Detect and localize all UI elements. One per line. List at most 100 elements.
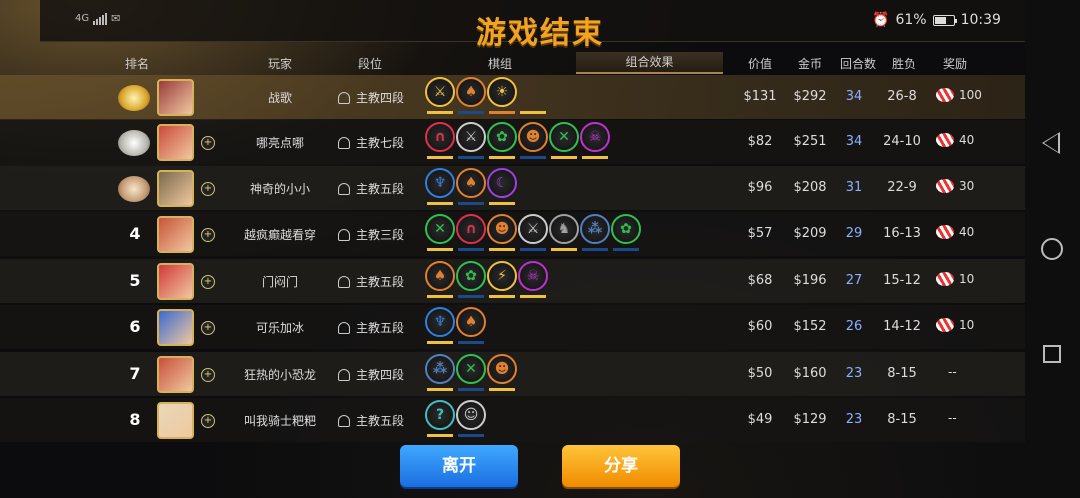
share-button[interactable]: 分享 bbox=[562, 445, 680, 487]
avatar[interactable] bbox=[157, 79, 194, 116]
trait-icon[interactable]: ♠ bbox=[456, 307, 486, 337]
trait-icon[interactable]: ⚔ bbox=[518, 214, 548, 244]
trait-icon[interactable]: ♠ bbox=[456, 168, 486, 198]
add-friend-icon[interactable]: + bbox=[201, 228, 215, 242]
player-wl: 26-8 bbox=[887, 89, 917, 104]
trait-icon[interactable]: ⁂ bbox=[580, 214, 610, 244]
trait-icon[interactable]: ⚔ bbox=[456, 122, 486, 152]
player-value: $96 bbox=[747, 180, 773, 195]
player-rounds: 23 bbox=[845, 366, 863, 381]
trait-icon[interactable]: ☻ bbox=[487, 354, 517, 384]
bishop-icon bbox=[338, 321, 350, 334]
trait-icon[interactable]: ⁂ bbox=[425, 354, 455, 384]
trait-icon[interactable]: ✿ bbox=[611, 214, 641, 244]
trait-icon[interactable]: ♆ bbox=[425, 307, 455, 337]
trait-icon[interactable]: ∩ bbox=[456, 214, 486, 244]
trait-icon[interactable]: ⚡ bbox=[487, 261, 517, 291]
player-rounds: 29 bbox=[845, 226, 863, 241]
player-row[interactable]: 4 + 越疯癫越看穿 主教三段 ✕ ∩ ☻ ⚔ ♞ ⁂ ✿ $57 $209 29 16-13 40 bbox=[0, 212, 1025, 256]
player-wl: 14-12 bbox=[883, 319, 921, 334]
header-reward: 奖励 bbox=[942, 57, 967, 71]
player-tier: 主教三段 bbox=[338, 226, 404, 243]
header-rank: 排名 bbox=[124, 57, 149, 71]
player-row[interactable]: + 哪亮点哪 主教七段 ∩ ⚔ ✿ ☻ ✕ ☠ $82 $251 34 24-10 40 bbox=[0, 120, 1025, 164]
trait-icon[interactable]: ♆ bbox=[425, 168, 455, 198]
trait-level-bar bbox=[489, 388, 515, 391]
header-gold: 金币 bbox=[797, 57, 822, 71]
trait-icon[interactable]: ∩ bbox=[425, 122, 455, 152]
trait-level-bar bbox=[458, 156, 484, 159]
player-name: 哪亮点哪 bbox=[255, 136, 304, 150]
trait-icon[interactable]: ♠ bbox=[456, 77, 486, 107]
avatar[interactable] bbox=[157, 402, 194, 439]
tier-label: 主教四段 bbox=[356, 91, 405, 105]
trait-icon[interactable]: ☠ bbox=[518, 261, 548, 291]
add-friend-icon[interactable]: + bbox=[201, 414, 215, 428]
status-bar-right: ⏰ 61% 10:39 bbox=[872, 12, 1001, 28]
player-name: 越疯癫越看穿 bbox=[243, 228, 316, 242]
trait-icon[interactable]: ✕ bbox=[549, 122, 579, 152]
tier-label: 主教五段 bbox=[356, 275, 405, 289]
trait-level-bar bbox=[520, 111, 546, 114]
leave-button[interactable]: 离开 bbox=[400, 445, 518, 487]
trait-icon[interactable]: ♠ bbox=[425, 261, 455, 291]
trait-icon[interactable]: ☠ bbox=[580, 122, 610, 152]
trait-level-bar bbox=[489, 111, 515, 114]
player-wl: 8-15 bbox=[887, 366, 917, 381]
medal-silver-icon bbox=[118, 130, 150, 156]
trait-icon[interactable]: ✕ bbox=[425, 214, 455, 244]
trait-icon[interactable]: ✿ bbox=[487, 122, 517, 152]
add-friend-icon[interactable]: + bbox=[201, 321, 215, 335]
player-row[interactable]: 7 + 狂热的小恐龙 主教四段 ⁂ ✕ ☻ $50 $160 23 8-15 -- bbox=[0, 352, 1025, 396]
player-name: 门闷门 bbox=[261, 275, 298, 289]
player-rounds: 26 bbox=[845, 319, 863, 334]
trait-icon[interactable]: ☺ bbox=[456, 400, 486, 430]
trait-level-bar bbox=[427, 434, 453, 437]
player-row[interactable]: 6 + 可乐加冰 主教五段 ♆ ♠ $60 $152 26 14-12 10 bbox=[0, 305, 1025, 349]
player-row[interactable]: 战歌 主教四段 ⚔ ♠ ☀ $131 $292 34 26-8 100 bbox=[0, 75, 1025, 119]
candy-icon bbox=[936, 133, 954, 147]
player-tier: 主教五段 bbox=[338, 319, 404, 336]
add-friend-icon[interactable]: + bbox=[201, 368, 215, 382]
tier-label: 主教五段 bbox=[356, 321, 405, 335]
tab-board[interactable]: 棋组 bbox=[475, 55, 525, 72]
trait-icon[interactable]: ☀ bbox=[487, 77, 517, 107]
trait-icon[interactable]: ✿ bbox=[456, 261, 486, 291]
reward-amount: 40 bbox=[959, 133, 975, 147]
player-row[interactable]: + 神奇的小小 主教五段 ♆ ♠ ☾ $96 $208 31 22-9 30 bbox=[0, 166, 1025, 210]
avatar[interactable] bbox=[157, 170, 194, 207]
trait-icon[interactable]: ☾ bbox=[487, 168, 517, 198]
add-friend-icon[interactable]: + bbox=[201, 136, 215, 150]
trait-icon[interactable]: ☻ bbox=[518, 122, 548, 152]
avatar[interactable] bbox=[157, 309, 194, 346]
recents-icon[interactable] bbox=[1043, 345, 1061, 363]
player-rounds: 31 bbox=[845, 180, 863, 195]
player-gold: $160 bbox=[793, 366, 827, 381]
reward-amount: -- bbox=[948, 365, 957, 379]
avatar[interactable] bbox=[157, 216, 194, 253]
add-friend-icon[interactable]: + bbox=[201, 275, 215, 289]
avatar[interactable] bbox=[157, 263, 194, 300]
trait-icon[interactable]: ☻ bbox=[487, 214, 517, 244]
add-friend-icon[interactable]: + bbox=[201, 182, 215, 196]
avatar[interactable] bbox=[157, 356, 194, 393]
header-wl: 胜负 bbox=[891, 57, 916, 71]
tab-combo[interactable]: 组合效果 bbox=[576, 52, 723, 74]
trait-icon[interactable]: ✕ bbox=[456, 354, 486, 384]
back-icon[interactable] bbox=[1042, 132, 1060, 154]
trait-level-bar bbox=[427, 388, 453, 391]
bishop-icon bbox=[338, 91, 350, 104]
player-gold: $209 bbox=[793, 226, 827, 241]
player-value: $49 bbox=[747, 412, 773, 427]
trait-icon[interactable]: ⚔ bbox=[425, 77, 455, 107]
trait-level-bar bbox=[458, 295, 484, 298]
bishop-icon bbox=[338, 414, 350, 427]
trait-level-bar bbox=[427, 111, 453, 114]
trait-icon[interactable]: ♞ bbox=[549, 214, 579, 244]
trait-level-bar bbox=[489, 295, 515, 298]
trait-icon[interactable]: ? bbox=[425, 400, 455, 430]
avatar[interactable] bbox=[157, 124, 194, 161]
player-row[interactable]: 8 + 叫我骑士粑粑 主教五段? ☺ $49 $129 23 8-15 -- bbox=[0, 398, 1025, 442]
player-row[interactable]: 5 + 门闷门 主教五段 ♠ ✿ ⚡ ☠ $68 $196 27 15-12 10 bbox=[0, 259, 1025, 303]
home-icon[interactable] bbox=[1041, 238, 1063, 260]
